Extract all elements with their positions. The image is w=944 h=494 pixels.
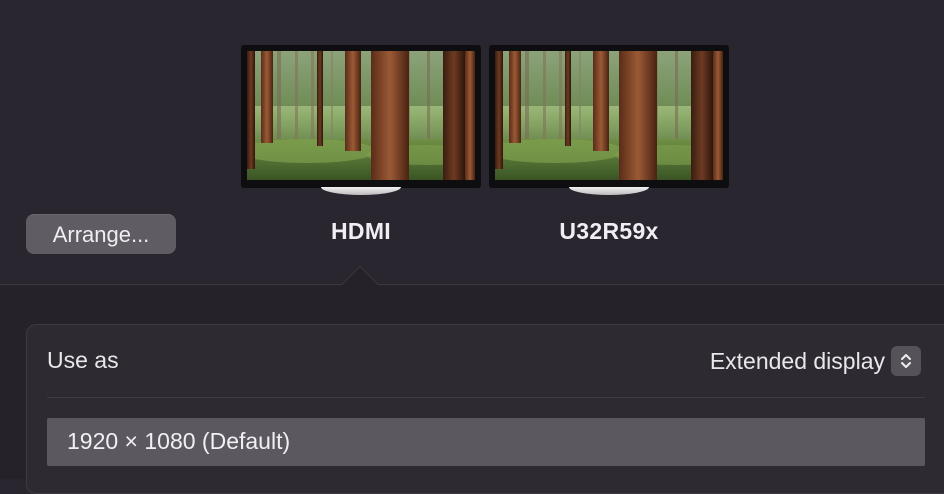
resolution-label: 1920 × 1080 (Default) <box>67 428 291 454</box>
display-thumbnail-u32r59x[interactable] <box>489 45 729 195</box>
chevron-up-down-icon[interactable] <box>891 346 921 376</box>
monitor-bezel <box>241 45 481 188</box>
use-as-popup[interactable]: Extended display <box>710 345 921 377</box>
resolution-option-selected[interactable]: 1920 × 1080 (Default) <box>47 418 925 466</box>
arrange-button[interactable]: Arrange... <box>26 214 176 254</box>
display-name-u32r59x[interactable]: U32R59x <box>489 218 729 245</box>
monitor-bezel <box>489 45 729 188</box>
use-as-label: Use as <box>47 347 119 373</box>
display-thumbnail-hdmi[interactable] <box>241 45 481 195</box>
selected-display-pointer <box>342 266 378 285</box>
forest-wallpaper <box>495 51 723 180</box>
divider <box>47 397 925 398</box>
display-settings-panel: Use as Extended display 1920 × 1080 (Def… <box>26 324 944 494</box>
display-name-hdmi[interactable]: HDMI <box>241 218 481 245</box>
forest-wallpaper <box>247 51 475 180</box>
use-as-value[interactable]: Extended display <box>710 348 885 375</box>
